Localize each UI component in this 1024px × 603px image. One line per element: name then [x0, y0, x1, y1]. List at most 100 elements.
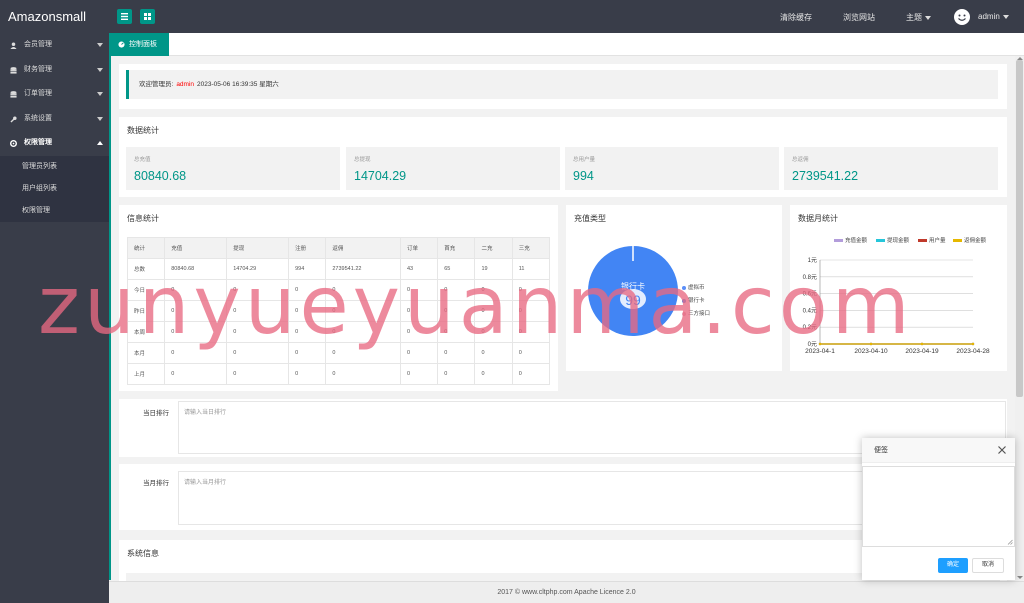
sidebar: 会员管理 财务管理 订单管理 系统设置 权限管理 管理员列表 用户组列表 权限管… — [0, 33, 109, 603]
sidebar-item-finance[interactable]: 财务管理 — [0, 58, 109, 83]
sidebar-item-label: 会员管理 — [24, 41, 52, 48]
avatar[interactable] — [954, 9, 970, 25]
table-cell: 0 — [164, 321, 228, 343]
dialog-title: 便签 — [874, 447, 888, 454]
scrollbar-thumb[interactable] — [1016, 60, 1023, 397]
table-row: 昨日 0 0 0 0 0 0 0 0 — [126, 300, 551, 322]
sidebar-item-label: 财务管理 — [24, 65, 52, 73]
table-header: 二充 — [474, 237, 513, 259]
dashboard-icon — [118, 41, 125, 48]
card-title: 信息统计 — [127, 214, 159, 223]
confirm-button[interactable]: 确定 — [938, 558, 968, 573]
series-point[interactable] — [971, 342, 975, 346]
legend-item-bank-card[interactable]: 银行卡 — [682, 296, 705, 304]
table-cell: 0 — [437, 342, 476, 364]
table-cell: 0 — [474, 300, 513, 322]
table-cell: 0 — [325, 300, 401, 322]
table-row: 本月 0 0 0 0 0 0 0 0 — [126, 342, 551, 364]
table-cell: 0 — [325, 342, 401, 364]
table-cell: 0 — [288, 321, 327, 343]
theme-dropdown[interactable]: 主题 — [906, 12, 931, 23]
monthly-line-chart: 0元 0.2元 0.4元 0.6元 0.8元 1元 2023-04-1 2023-04-10 2… — [803, 257, 990, 355]
table-cell: 0 — [226, 321, 290, 343]
table-cell: 今日 — [126, 279, 166, 301]
notes-textarea[interactable] — [862, 466, 1015, 547]
y-tick-label: 0元 — [808, 341, 817, 348]
table-cell: 0 — [288, 300, 327, 322]
menu-toggle-button[interactable] — [117, 9, 132, 24]
cancel-button[interactable]: 取消 — [972, 558, 1004, 573]
sidebar-subitem-user-groups[interactable]: 用户组列表 — [0, 178, 109, 200]
caret-down-icon — [925, 15, 931, 20]
sidebar-subitem-permission-mgmt[interactable]: 权限管理 — [0, 200, 109, 222]
table-cell: 0 — [511, 300, 551, 322]
table-cell: 0 — [437, 321, 476, 343]
table-cell: 0 — [288, 363, 327, 385]
legend-swatch — [682, 285, 686, 290]
user-menu[interactable]: admin — [978, 12, 1009, 21]
table-cell: 总数 — [126, 258, 166, 280]
info-stats-table: 统计 充值 提现 注册 返佣 订单 首充 二充 三充 总数 80840.68 147… — [126, 237, 551, 385]
table-cell: 0 — [511, 363, 551, 385]
table-cell: 0 — [437, 300, 476, 322]
sidebar-item-label: 系统设置 — [24, 114, 52, 122]
table-cell: 0 — [325, 279, 401, 301]
pie-center-label: 银行卡 — [621, 281, 645, 291]
recharge-type-pie-chart: 银行卡 99 — [588, 246, 678, 336]
stat-value: 2739541.22 — [792, 169, 859, 183]
sidebar-item-label: 权限管理 — [24, 139, 52, 146]
resize-handle-icon[interactable] — [1007, 539, 1013, 545]
series-point[interactable] — [920, 342, 924, 346]
series-point[interactable] — [818, 342, 822, 346]
gear-icon — [10, 140, 17, 147]
tab-label: 控制面板 — [129, 41, 157, 48]
sidebar-subitem-admin-list[interactable]: 管理员列表 — [0, 156, 109, 178]
y-tick-label: 0.6元 — [803, 291, 817, 298]
card-title: 系统信息 — [127, 549, 159, 558]
y-tick-label: 0.8元 — [803, 274, 817, 281]
scroll-down-arrow-icon[interactable] — [1017, 576, 1023, 579]
stat-label: 总提现 — [354, 157, 371, 163]
table-cell: 80840.68 — [164, 258, 228, 280]
grid-icon — [144, 13, 151, 20]
table-cell: 0 — [399, 321, 439, 343]
browse-site-link[interactable]: 浏览网站 — [843, 12, 875, 23]
pie-center-value: 99 — [625, 292, 641, 308]
welcome-prefix: 欢迎管理员: — [139, 81, 174, 88]
table-cell: 0 — [437, 363, 476, 385]
close-icon[interactable] — [997, 445, 1007, 455]
database-icon — [10, 91, 17, 98]
sidebar-item-members[interactable]: 会员管理 — [0, 33, 109, 58]
table-header: 统计 — [126, 237, 166, 259]
legend-item-virtual-coin[interactable]: 虚拟币 — [682, 283, 705, 291]
sidebar-item-permissions[interactable]: 权限管理 — [0, 131, 109, 156]
database-icon — [10, 66, 17, 74]
stat-value: 14704.29 — [354, 169, 407, 183]
app-logo[interactable]: Amazonsmall — [8, 9, 86, 24]
daily-ranking-placeholder: 请输入当日排行 — [184, 410, 227, 416]
tab-dashboard[interactable]: 控制面板 — [109, 33, 169, 56]
sidebar-item-settings[interactable]: 系统设置 — [0, 107, 109, 132]
sidebar-item-orders[interactable]: 订单管理 — [0, 82, 109, 107]
stat-total-recharge: 总充值 80840.68 — [126, 147, 340, 190]
x-tick-label: 2023-04-28 — [956, 348, 990, 355]
chevron-down-icon — [97, 67, 103, 72]
series-point[interactable] — [869, 342, 873, 346]
table-cell: 0 — [226, 279, 290, 301]
table-cell: 19 — [474, 258, 513, 280]
stat-value: 80840.68 — [134, 169, 187, 183]
user-icon — [10, 42, 17, 49]
legend-label: 三方接口 — [688, 311, 711, 317]
dialog-header: 便签 — [862, 438, 1015, 463]
table-cell: 0 — [511, 342, 551, 364]
grid-menu-button[interactable] — [140, 9, 155, 24]
table-header: 注册 — [288, 237, 327, 259]
clear-cache-link[interactable]: 清除缓存 — [780, 12, 812, 23]
table-cell: 0 — [164, 279, 228, 301]
monthly-ranking-label: 当月排行 — [143, 480, 169, 487]
table-header: 首充 — [437, 237, 476, 259]
welcome-datetime: 2023-05-06 16:39:35 星期六 — [197, 81, 279, 88]
stat-label: 总充值 — [134, 157, 151, 163]
legend-item-third-party[interactable]: 三方接口 — [682, 309, 710, 317]
table-cell: 0 — [474, 363, 513, 385]
